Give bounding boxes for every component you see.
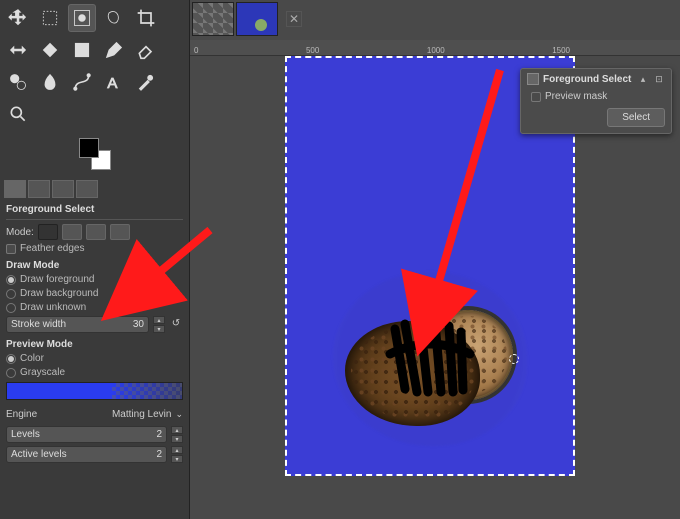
rect-select-tool[interactable]: [36, 4, 64, 32]
feather-label: Feather edges: [20, 243, 183, 254]
collapse-icon[interactable]: ▴: [637, 73, 649, 85]
text-tool[interactable]: A: [100, 68, 128, 96]
selection-handle[interactable]: [509, 354, 519, 364]
dock-tab[interactable]: [4, 180, 26, 198]
engine-label: Engine: [6, 409, 37, 420]
preview-mask-checkbox[interactable]: [531, 92, 541, 102]
levels-label: Levels: [11, 429, 40, 440]
preview-gray-radio[interactable]: [6, 368, 16, 378]
preview-color-label: Color: [20, 353, 183, 364]
image-tab[interactable]: [236, 2, 278, 36]
dock-tab[interactable]: [28, 180, 50, 198]
ruler-tick: 0: [194, 46, 198, 55]
dialog-title: Foreground Select: [543, 74, 633, 85]
image-tabs: ✕: [190, 0, 304, 38]
free-select-tool[interactable]: [100, 4, 128, 32]
stroke-reset[interactable]: ↺: [169, 316, 183, 330]
stroke-width-value: 30: [133, 319, 144, 330]
active-levels-slider[interactable]: Active levels 2: [6, 446, 167, 463]
ruler-tick: 1500: [552, 46, 570, 55]
ruler-tick: 500: [306, 46, 319, 55]
select-mode-replace[interactable]: [38, 224, 58, 240]
zoom-tool[interactable]: [4, 100, 32, 128]
engine-value[interactable]: Matting Levin: [112, 409, 171, 420]
select-mode-intersect[interactable]: [110, 224, 130, 240]
draw-unknown-radio[interactable]: [6, 303, 16, 313]
draw-foreground-radio[interactable]: [6, 275, 16, 285]
bucket-tool[interactable]: [36, 36, 64, 64]
preview-mask-label: Preview mask: [545, 91, 607, 102]
toolbox: A: [0, 0, 189, 130]
select-mode-add[interactable]: [62, 224, 82, 240]
crop-tool[interactable]: [132, 4, 160, 32]
levels-down[interactable]: ▾: [171, 435, 183, 443]
draw-background-label: Draw background: [20, 288, 183, 299]
close-icon[interactable]: ✕: [286, 11, 302, 27]
feather-checkbox[interactable]: [6, 244, 16, 254]
foreground-select-dialog[interactable]: Foreground Select ▴ ⊡ Preview mask Selec…: [520, 68, 672, 134]
clone-tool[interactable]: [4, 68, 32, 96]
active-levels-value: 2: [156, 449, 162, 460]
active-levels-down[interactable]: ▾: [171, 455, 183, 463]
dock-tabbar: [0, 178, 189, 200]
image-subject: [345, 284, 515, 434]
levels-slider[interactable]: Levels 2: [6, 426, 167, 443]
close-icon[interactable]: ⊡: [653, 73, 665, 85]
transform-tool[interactable]: [4, 36, 32, 64]
mode-label: Mode:: [6, 227, 34, 238]
active-levels-label: Active levels: [11, 449, 67, 460]
smudge-tool[interactable]: [36, 68, 64, 96]
active-levels-up[interactable]: ▴: [171, 446, 183, 454]
svg-text:A: A: [107, 75, 117, 92]
select-mode-subtract[interactable]: [86, 224, 106, 240]
left-toolbox-panel: A Foreground Select Mode:: [0, 0, 190, 519]
stroke-width-label: Stroke width: [11, 319, 66, 330]
path-tool[interactable]: [68, 68, 96, 96]
draw-unknown-label: Draw unknown: [20, 302, 183, 313]
foreground-select-tool[interactable]: [68, 4, 96, 32]
pencil-tool[interactable]: [100, 36, 128, 64]
stroke-width-slider[interactable]: Stroke width 30: [6, 316, 149, 333]
canvas-area: ✕ 0 500 1000 1500: [190, 0, 680, 519]
draw-foreground-label: Draw foreground: [20, 274, 183, 285]
gradient-tool[interactable]: [68, 36, 96, 64]
stroke-down[interactable]: ▾: [153, 325, 165, 333]
draw-mode-title: Draw Mode: [6, 260, 183, 271]
dialog-icon: [527, 73, 539, 85]
preview-gradient[interactable]: [6, 382, 183, 400]
levels-up[interactable]: ▴: [171, 426, 183, 434]
ruler-horizontal: 0 500 1000 1500: [190, 40, 680, 56]
dock-tab[interactable]: [52, 180, 74, 198]
preview-gray-label: Grayscale: [20, 367, 183, 378]
preview-color-radio[interactable]: [6, 354, 16, 364]
color-picker-tool[interactable]: [132, 68, 160, 96]
select-button[interactable]: Select: [607, 108, 665, 127]
color-swatches[interactable]: [0, 130, 189, 178]
preview-mode-title: Preview Mode: [6, 339, 183, 350]
ruler-tick: 1000: [427, 46, 445, 55]
fg-color-swatch[interactable]: [79, 138, 99, 158]
tool-options-title: Foreground Select: [6, 204, 183, 220]
stroke-up[interactable]: ▴: [153, 316, 165, 324]
eraser-tool[interactable]: [132, 36, 160, 64]
image-tab[interactable]: [192, 2, 234, 36]
move-tool[interactable]: [4, 4, 32, 32]
levels-value: 2: [156, 429, 162, 440]
chevron-down-icon[interactable]: ⌄: [175, 409, 183, 420]
tool-options: Foreground Select Mode: Feather edges Dr…: [0, 200, 189, 470]
dock-tab[interactable]: [76, 180, 98, 198]
draw-background-radio[interactable]: [6, 289, 16, 299]
